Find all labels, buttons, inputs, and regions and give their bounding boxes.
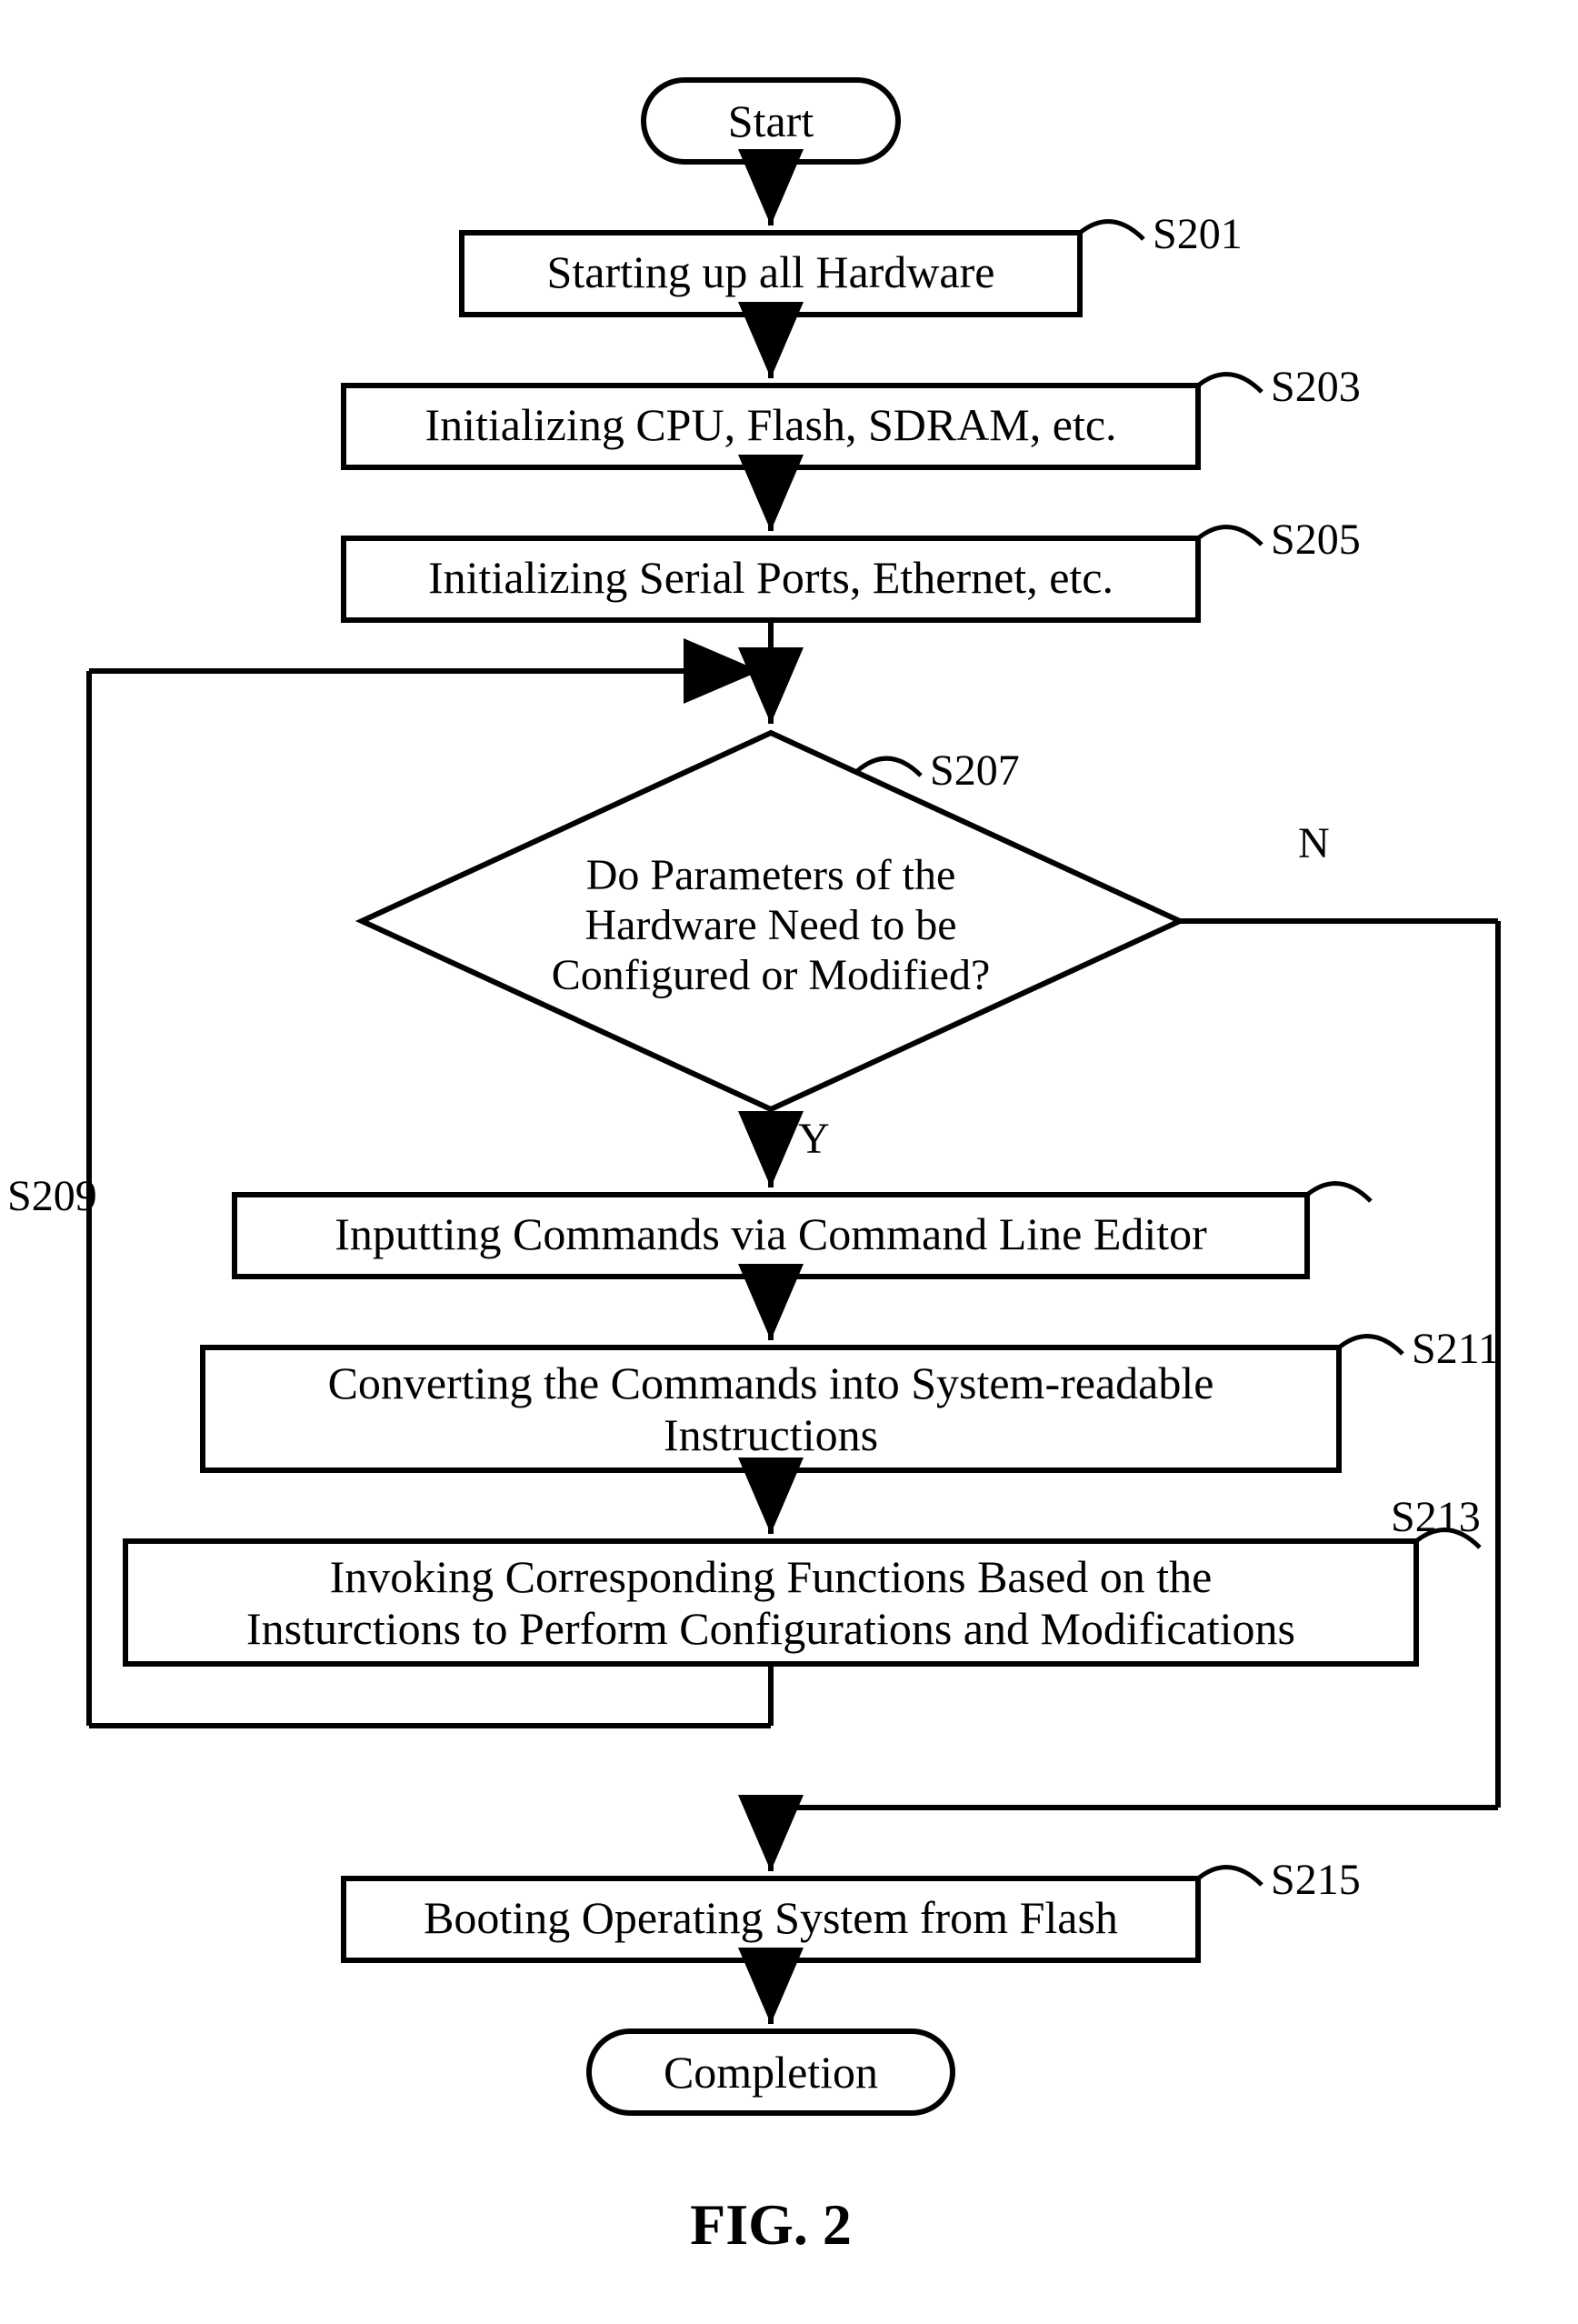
process-s205: Initializing Serial Ports, Ethernet, etc… [344, 516, 1361, 620]
figure-caption: FIG. 2 [690, 2192, 852, 2257]
s207-line3: Configured or Modified? [552, 951, 991, 999]
process-s213: Invoking Corresponding Functions Based o… [125, 1493, 1481, 1664]
s215-text: Booting Operating System from Flash [424, 1892, 1118, 1943]
no-label: N [1298, 819, 1330, 867]
s213-line2: Insturctions to Perform Configurations a… [246, 1603, 1295, 1654]
ref-curve [1198, 1868, 1262, 1885]
yes-label: Y [798, 1115, 830, 1163]
ref-curve [1198, 375, 1262, 392]
start-label: Start [728, 95, 814, 146]
ref-curve [857, 758, 921, 776]
completion-node: Completion [589, 2031, 953, 2113]
s207-ref: S207 [930, 746, 1020, 795]
s209-text: Inputting Commands via Command Line Edit… [335, 1208, 1207, 1259]
s207-line2: Hardware Need to be [584, 901, 956, 949]
process-s215: Booting Operating System from Flash S215 [344, 1856, 1361, 1960]
s211-ref: S211 [1412, 1325, 1500, 1373]
s203-text: Initializing CPU, Flash, SDRAM, etc. [424, 399, 1116, 450]
s201-ref: S201 [1153, 210, 1243, 258]
s211-line1: Converting the Commands into System-read… [328, 1357, 1214, 1408]
completion-label: Completion [664, 2047, 878, 2098]
process-s211: Converting the Commands into System-read… [203, 1325, 1500, 1470]
s213-line1: Invoking Corresponding Functions Based o… [330, 1551, 1213, 1602]
ref-curve [1307, 1184, 1371, 1201]
s207-line1: Do Parameters of the [586, 851, 956, 899]
s215-ref: S215 [1271, 1856, 1361, 1904]
s203-ref: S203 [1271, 363, 1361, 411]
ref-curve [1339, 1337, 1403, 1354]
process-s201: Starting up all Hardware S201 [462, 210, 1243, 315]
s209-ref: S209 [7, 1172, 97, 1220]
s201-text: Starting up all Hardware [547, 246, 995, 297]
ref-curve [1198, 527, 1262, 545]
decision-s207: Do Parameters of the Hardware Need to be… [362, 733, 1180, 1109]
s205-ref: S205 [1271, 516, 1361, 564]
process-s209: Inputting Commands via Command Line Edit… [7, 1172, 1371, 1277]
s211-line2: Instructions [664, 1409, 878, 1460]
s205-text: Initializing Serial Ports, Ethernet, etc… [428, 552, 1114, 603]
process-s203: Initializing CPU, Flash, SDRAM, etc. S20… [344, 363, 1361, 467]
flowchart-diagram: Start Starting up all Hardware S201 Init… [7, 7, 1578, 2317]
s213-ref: S213 [1391, 1493, 1481, 1541]
start-node: Start [644, 80, 898, 162]
ref-curve [1080, 222, 1144, 239]
